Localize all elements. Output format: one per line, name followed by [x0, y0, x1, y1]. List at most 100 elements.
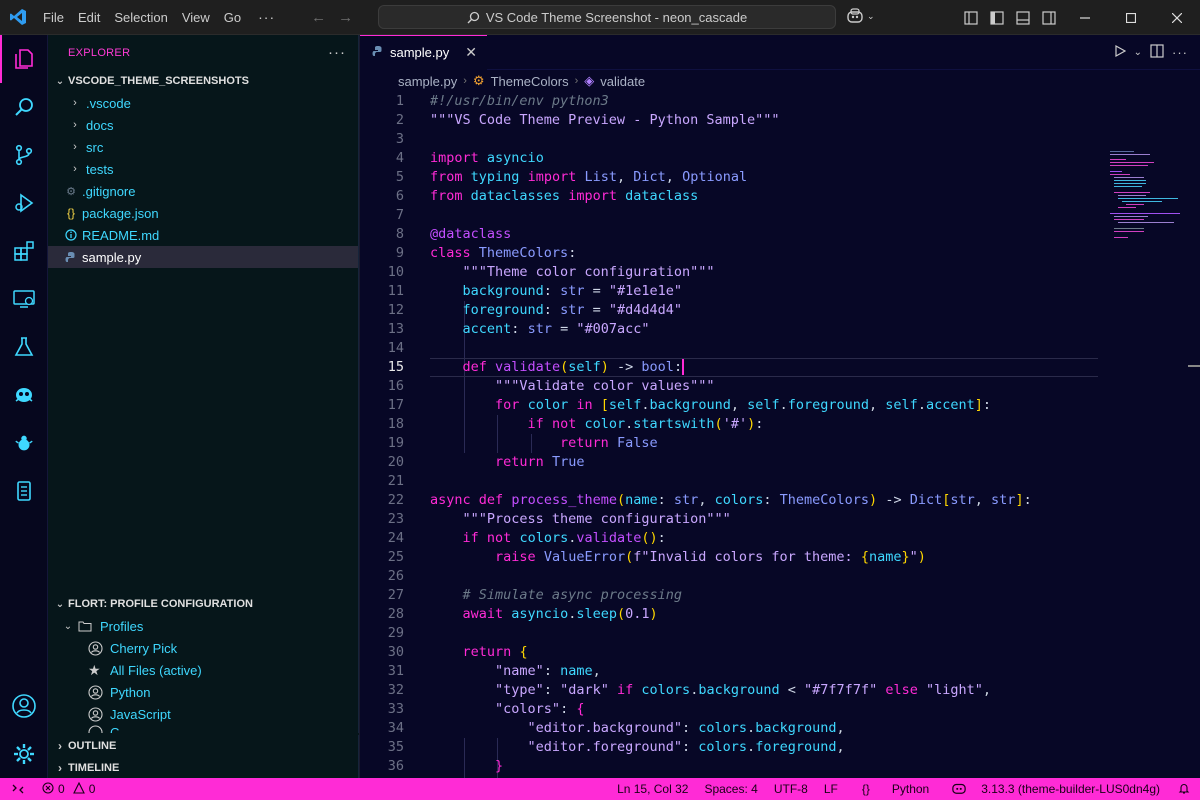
profile-c[interactable]: C — [48, 725, 359, 733]
profile-label: Cherry Pick — [110, 640, 178, 656]
toggle-sidebar-icon[interactable] — [984, 0, 1010, 35]
menu-edit[interactable]: Edit — [71, 0, 107, 35]
project-section-header[interactable]: ⌄ VSCODE_THEME_SCREENSHOTS — [48, 70, 358, 92]
problems-indicator[interactable]: 0 0 — [36, 781, 101, 797]
close-icon[interactable]: ✕ — [465, 44, 477, 61]
tree-item-label: docs — [86, 117, 114, 133]
profile-python[interactable]: Python — [48, 681, 359, 703]
accounts-activity[interactable] — [0, 682, 48, 730]
more-menu-button[interactable]: ··· — [248, 9, 285, 25]
tree-folder-src[interactable]: › src — [48, 136, 358, 158]
info-icon — [62, 229, 80, 241]
remote-explorer-activity[interactable] — [0, 275, 48, 323]
status-bar: 0 0 Ln 15, Col 32 Spaces: 4 UTF-8 LF {} … — [0, 778, 1200, 800]
minimap[interactable] — [1106, 149, 1186, 239]
braces-icon: {} — [66, 206, 75, 220]
command-center-search[interactable]: VS Code Theme Screenshot - neon_cascade — [378, 5, 836, 29]
encoding[interactable]: UTF-8 — [766, 782, 816, 796]
tree-item-label: .vscode — [86, 95, 131, 111]
search-activity[interactable] — [0, 83, 48, 131]
tree-item-label: src — [86, 139, 104, 155]
python-icon — [62, 251, 80, 263]
tree-file-sample-py[interactable]: sample.py — [48, 246, 358, 268]
more-actions-button[interactable]: ··· — [328, 44, 346, 61]
extensions-activity[interactable] — [0, 227, 48, 275]
activity-bar — [0, 35, 48, 778]
tree-folder-docs[interactable]: › docs — [48, 114, 358, 136]
platformio-activity[interactable] — [0, 371, 48, 419]
testing-activity[interactable] — [0, 323, 48, 371]
profiles-label: Profiles — [100, 618, 144, 634]
file-tree: › .vscode › docs › src › tests ⚙ .gitignore {… — [48, 92, 358, 268]
flort-title: FLORT: PROFILE CONFIGURATION — [68, 598, 253, 610]
split-editor-icon[interactable] — [1150, 44, 1164, 61]
profile-javascript[interactable]: JavaScript — [48, 703, 359, 725]
run-icon[interactable] — [1114, 44, 1126, 60]
maximize-button[interactable] — [1108, 0, 1154, 35]
flort-section-header[interactable]: ⌄ FLORT: PROFILE CONFIGURATION — [48, 593, 359, 615]
breadcrumb-file[interactable]: sample.py — [398, 74, 457, 89]
toggle-panel-icon[interactable] — [1010, 0, 1036, 35]
search-icon — [467, 11, 479, 23]
close-window-button[interactable] — [1154, 0, 1200, 35]
indentation[interactable]: Spaces: 4 — [696, 782, 765, 796]
alien-icon — [15, 388, 33, 402]
class-icon: ⚙ — [472, 73, 485, 88]
chevron-right-icon: › — [58, 761, 62, 775]
profile-all-files[interactable]: ★ All Files (active) — [48, 659, 359, 681]
explorer-activity[interactable] — [0, 35, 48, 83]
menu-view[interactable]: View — [175, 0, 217, 35]
end-of-line[interactable]: LF — [816, 782, 846, 796]
manage-activity[interactable] — [0, 730, 48, 778]
command-center-text: VS Code Theme Screenshot - neon_cascade — [485, 9, 748, 25]
breadcrumb-method[interactable]: validate — [600, 74, 645, 89]
tree-file-package-json[interactable]: {} package.json — [48, 202, 358, 224]
tree-file-readme[interactable]: README.md — [48, 224, 358, 246]
breadcrumb-class[interactable]: ThemeColors — [491, 74, 569, 89]
outline-section-header[interactable]: › OUTLINE — [48, 735, 359, 757]
tree-file-gitignore[interactable]: ⚙ .gitignore — [48, 180, 358, 202]
code-editor[interactable]: 1 #!/usr/bin/env python3 2 """VS Code Them… — [360, 92, 1200, 778]
profile-cherry-pick[interactable]: Cherry Pick — [48, 637, 359, 659]
chevron-right-icon: › — [58, 739, 62, 753]
tab-sample-py[interactable]: sample.py ✕ — [360, 34, 487, 70]
device-activity[interactable] — [0, 467, 48, 515]
account-icon — [12, 694, 36, 718]
project-name: VSCODE_THEME_SCREENSHOTS — [68, 75, 249, 87]
tree-item-label: sample.py — [82, 249, 142, 265]
minimize-button[interactable] — [1062, 0, 1108, 35]
menu-selection[interactable]: Selection — [107, 0, 174, 35]
tree-item-label: .gitignore — [82, 183, 136, 199]
copilot-status-icon[interactable] — [945, 781, 973, 798]
bell-icon[interactable] — [1168, 782, 1200, 797]
customize-layout-icon[interactable] — [958, 0, 984, 35]
editor-area: sample.py ✕ ⌄ ··· sample.py › ⚙ ThemeCol… — [360, 34, 1200, 778]
vscode-logo-icon[interactable] — [0, 0, 36, 35]
profile-label: All Files (active) — [110, 662, 202, 678]
scrollbar-marker[interactable] — [1188, 365, 1200, 367]
remote-indicator-icon[interactable] — [0, 782, 36, 796]
chevron-down-icon: ⌄ — [867, 10, 875, 21]
python-interpreter[interactable]: 3.13.3 (theme-builder-LUS0dn4g) — [973, 782, 1168, 796]
menu-file[interactable]: File — [36, 0, 71, 35]
more-actions-button[interactable]: ··· — [1172, 45, 1188, 60]
back-arrow-icon[interactable]: ← — [311, 9, 326, 26]
menu-go[interactable]: Go — [217, 0, 248, 35]
forward-arrow-icon[interactable]: → — [338, 9, 353, 26]
language-mode[interactable]: {} Python — [846, 782, 945, 796]
chevron-down-icon[interactable]: ⌄ — [1134, 47, 1142, 58]
extension-activity[interactable] — [0, 419, 48, 467]
copilot-button[interactable]: ⌄ — [846, 8, 875, 24]
account-icon — [88, 725, 110, 733]
profiles-folder[interactable]: ⌄ Profiles — [48, 615, 359, 637]
toggle-secondary-sidebar-icon[interactable] — [1036, 0, 1062, 35]
chevron-right-icon: › — [73, 119, 77, 131]
tree-folder-tests[interactable]: › tests — [48, 158, 358, 180]
tree-folder-vscode[interactable]: › .vscode — [48, 92, 358, 114]
run-debug-activity[interactable] — [0, 179, 48, 227]
timeline-section-header[interactable]: › TIMELINE — [48, 757, 359, 779]
cursor-position[interactable]: Ln 15, Col 32 — [609, 782, 696, 796]
python-icon — [372, 45, 384, 60]
source-control-activity[interactable] — [0, 131, 48, 179]
folder-icon — [76, 620, 94, 632]
